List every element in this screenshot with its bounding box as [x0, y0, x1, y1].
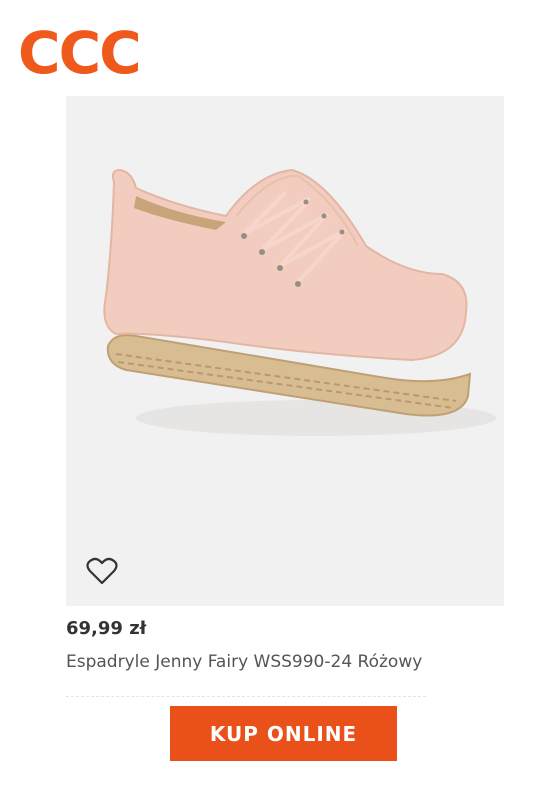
product-image-area[interactable]: [66, 96, 504, 606]
heart-outline-icon[interactable]: [86, 556, 118, 586]
divider: [66, 696, 426, 698]
product-price: 69,99 zł: [66, 618, 147, 639]
buy-online-button[interactable]: KUP ONLINE: [170, 706, 397, 761]
product-name[interactable]: Espadryle Jenny Fairy WSS990-24 Różowy: [66, 652, 422, 672]
ccc-logo[interactable]: CCC: [18, 24, 142, 82]
product-shoe-image[interactable]: [66, 96, 504, 606]
product-card-page: CCC 69,99 zł Espadryle Jenny Fairy WSS99…: [0, 0, 557, 800]
